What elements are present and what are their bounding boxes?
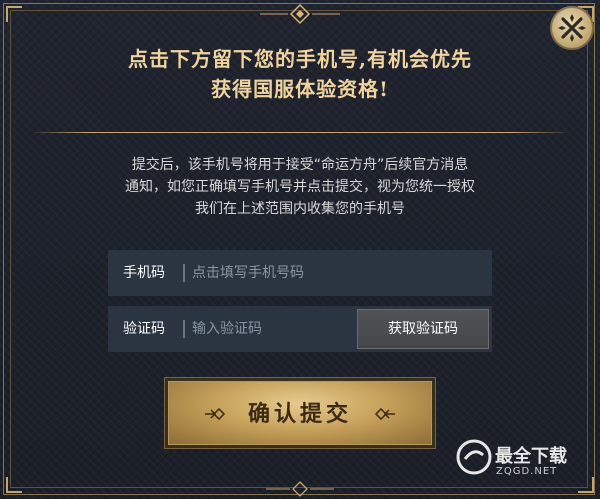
right-flourish-icon — [374, 408, 395, 420]
phone-label: 手机码 — [123, 265, 165, 281]
divider — [35, 132, 565, 133]
top-ornament-icon — [260, 3, 340, 25]
watermark-title: 最全下载 — [495, 446, 567, 467]
code-input[interactable] — [192, 306, 362, 352]
corner-ornament — [6, 6, 22, 22]
watermark-logo-icon — [456, 439, 492, 475]
bottom-ornament-icon — [266, 481, 334, 497]
dialog-title: 点击下方留下您的手机号,有机会优先 获得国服体验资格! — [0, 44, 600, 104]
submit-button[interactable]: 确认提交 — [168, 381, 432, 445]
phone-input[interactable] — [192, 250, 362, 296]
code-field: 验证码 获取验证码 — [108, 306, 492, 352]
corner-ornament — [6, 477, 22, 493]
phone-field: 手机码 — [108, 250, 492, 296]
title-line: 获得国服体验资格! — [211, 77, 389, 101]
desc-line: 我们在上述范围内收集您的手机号 — [195, 201, 405, 217]
corner-ornament — [578, 477, 594, 493]
desc-line: 通知，如您正确填写手机号并点击提交，视为您统一授权 — [125, 179, 475, 195]
field-separator — [183, 320, 185, 338]
code-label: 验证码 — [123, 321, 165, 337]
desc-line: 提交后，该手机号将用于接受“命运方舟”后续官方消息 — [131, 157, 469, 173]
description: 提交后，该手机号将用于接受“命运方舟”后续官方消息 通知，如您正确填写手机号并点… — [0, 154, 600, 220]
watermark-url: ZQGD.NET — [496, 466, 558, 477]
field-separator — [183, 264, 185, 282]
title-line: 点击下方留下您的手机号,有机会优先 — [128, 47, 472, 71]
get-code-button[interactable]: 获取验证码 — [357, 309, 489, 349]
